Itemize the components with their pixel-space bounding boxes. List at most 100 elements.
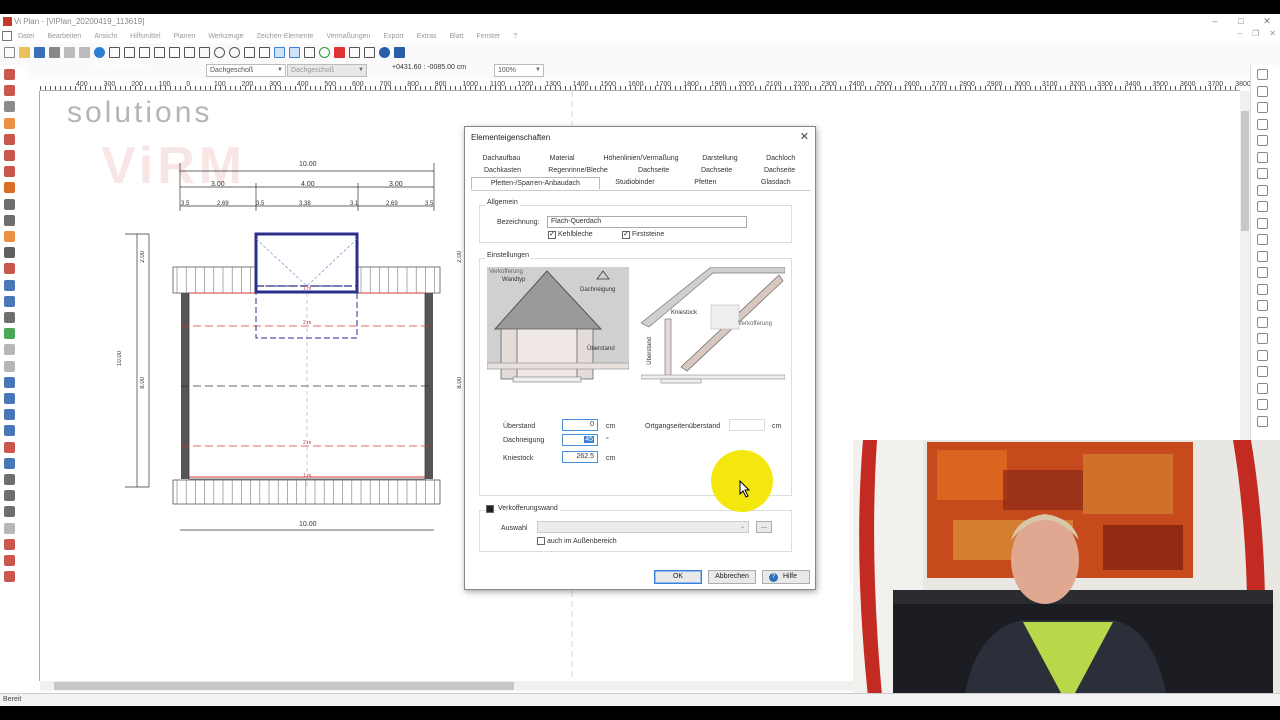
tool-icon[interactable] [4, 538, 15, 550]
menu-werkzeuge[interactable]: Werkzeuge [208, 33, 243, 40]
euro-icon[interactable] [379, 46, 390, 58]
side-tool-icon[interactable] [1257, 135, 1268, 146]
tool-icon[interactable] [4, 69, 15, 80]
menu-vermassungen[interactable]: Vermaßungen [326, 33, 370, 40]
side-tool-icon[interactable] [1257, 349, 1268, 361]
tool-icon[interactable] [4, 182, 15, 194]
browse-button[interactable]: ... [756, 521, 772, 533]
tool-icon[interactable] [4, 441, 15, 453]
tab-dachseite-2[interactable]: Dachseite [685, 165, 748, 177]
tool-icon[interactable] [4, 344, 15, 356]
tool-icon[interactable] [4, 409, 15, 421]
close-button[interactable]: ✕ [1254, 14, 1280, 29]
house2-icon[interactable] [139, 46, 150, 58]
calc-icon[interactable] [394, 46, 405, 58]
tool-icon[interactable] [4, 101, 15, 113]
floor-select-2[interactable]: Dachgeschoß ▼ [287, 64, 367, 77]
floor-select[interactable]: Dachgeschoß ▼ [206, 64, 286, 77]
tool-icon[interactable] [4, 279, 15, 291]
close-icon[interactable]: ✕ [800, 130, 809, 143]
tool-icon[interactable] [4, 425, 15, 437]
tool-icon[interactable] [4, 360, 15, 372]
menu-planen[interactable]: Planen [174, 33, 196, 40]
tool-icon[interactable] [4, 247, 15, 259]
snap-icon[interactable] [274, 46, 285, 58]
side-tool-icon[interactable] [1257, 333, 1268, 344]
tool-icon[interactable] [4, 376, 15, 388]
horizontal-scroll-thumb[interactable] [54, 682, 514, 690]
ueberstand-input[interactable]: 0 [562, 419, 598, 431]
side-tool-icon[interactable] [1257, 85, 1268, 97]
side-tool-icon[interactable] [1257, 168, 1268, 179]
tool-icon[interactable] [4, 150, 15, 161]
print-icon[interactable] [49, 46, 60, 58]
cancel-button[interactable]: Abbrechen [708, 570, 756, 584]
side-tool-icon[interactable] [1257, 366, 1268, 377]
side-tool-icon[interactable] [1257, 151, 1268, 163]
side-tool-icon[interactable] [1257, 69, 1268, 80]
tool-icon[interactable] [4, 506, 15, 518]
grid-icon[interactable] [109, 46, 120, 58]
side-tool-icon[interactable] [1257, 316, 1268, 328]
tab-hoehenlinien[interactable]: Höhenlinien/Vermaßung [592, 153, 689, 165]
side-tool-icon[interactable] [1257, 283, 1268, 295]
print-preview-icon[interactable] [199, 46, 210, 58]
tab-dachkasten[interactable]: Dachkasten [471, 165, 534, 177]
dachneigung-input[interactable]: 45 [562, 434, 598, 446]
house-icon[interactable] [124, 46, 135, 58]
side-tool-icon[interactable] [1257, 267, 1268, 278]
delete-icon[interactable] [334, 46, 345, 58]
aussen-checkbox[interactable] [537, 537, 545, 545]
new-file-icon[interactable] [4, 46, 15, 58]
tab-material[interactable]: Material [532, 153, 593, 165]
tool-icon[interactable] [4, 198, 15, 210]
verkofferung-checkbox[interactable] [486, 505, 494, 513]
tool-icon[interactable] [4, 85, 15, 97]
refresh-icon[interactable] [319, 46, 330, 58]
menu-hilfsmittel[interactable]: Hilfsmittel [130, 33, 160, 40]
vertical-scroll-thumb[interactable] [1241, 111, 1249, 231]
menu-bearbeiten[interactable]: Bearbeiten [47, 33, 81, 40]
settings-icon[interactable] [364, 46, 375, 58]
menu-datei[interactable]: Datei [18, 33, 34, 40]
mdi-restore-icon[interactable]: ❐ [1252, 29, 1259, 38]
pan-hand-icon[interactable] [244, 46, 255, 58]
zoom-select[interactable]: 100% ▼ [494, 64, 544, 77]
firststeine-checkbox[interactable]: ✓ [622, 231, 630, 239]
tool-icon[interactable] [4, 474, 15, 485]
side-tool-icon[interactable] [1257, 382, 1268, 394]
minimize-button[interactable]: – [1202, 14, 1228, 29]
side-tool-icon[interactable] [1257, 118, 1268, 130]
tool-icon[interactable] [4, 263, 15, 275]
window-icon[interactable] [259, 46, 270, 58]
tab-regenrinne[interactable]: Regenrinne/Bleche [534, 165, 622, 177]
tool-icon[interactable] [4, 214, 15, 226]
tool-icon[interactable] [4, 457, 15, 469]
tool-icon[interactable] [4, 117, 15, 129]
side-tool-icon[interactable] [1257, 201, 1268, 212]
open-folder-icon[interactable] [19, 46, 30, 58]
tool-icon[interactable] [4, 295, 15, 307]
tool-icon[interactable] [4, 571, 15, 583]
tool-icon[interactable] [4, 490, 15, 502]
system-menu-icon[interactable] [2, 31, 12, 41]
info-icon[interactable] [94, 46, 105, 58]
side-tool-icon[interactable] [1257, 102, 1268, 113]
side-tool-icon[interactable] [1257, 250, 1268, 262]
menu-export[interactable]: Export [383, 33, 403, 40]
side-tool-icon[interactable] [1257, 415, 1268, 427]
tool-icon[interactable] [4, 555, 15, 566]
menu-fenster[interactable]: Fenster [476, 33, 500, 40]
tab-darstellung[interactable]: Darstellung [690, 153, 751, 165]
tools-icon[interactable] [349, 46, 360, 58]
zoom-in-icon[interactable] [229, 46, 240, 58]
mdi-close-icon[interactable]: ✕ [1269, 29, 1276, 38]
tab-dachseite-3[interactable]: Dachseite [748, 165, 811, 177]
mdi-minimize-icon[interactable]: – [1238, 29, 1242, 38]
tab-pfetten-sparren[interactable]: Pfetten-/Sparren-Anbaudach [471, 177, 600, 189]
tab-dachseite-1[interactable]: Dachseite [622, 165, 685, 177]
tool-icon[interactable] [4, 166, 15, 178]
side-tool-icon[interactable] [1257, 184, 1268, 196]
layers-icon[interactable] [184, 46, 195, 58]
menu-blatt[interactable]: Blatt [449, 33, 463, 40]
